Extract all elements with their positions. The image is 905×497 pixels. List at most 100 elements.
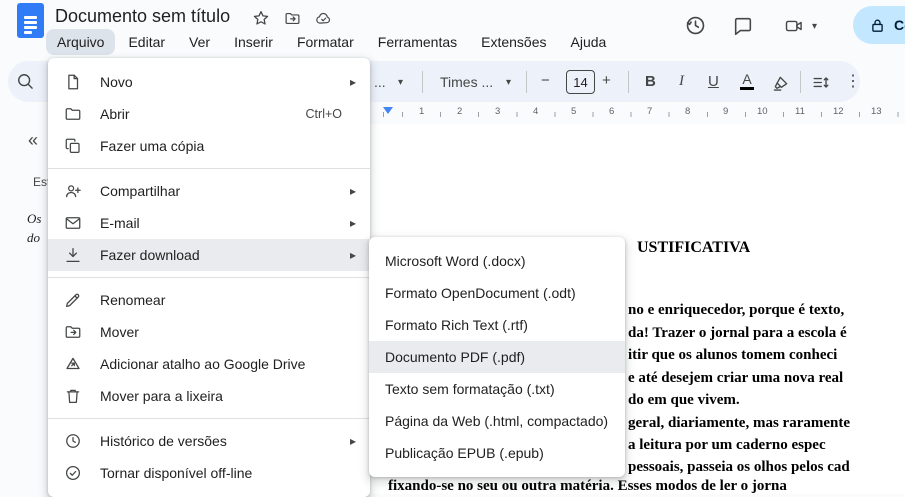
file-menu-item-email[interactable]: E-mail ▸ (48, 207, 370, 239)
font-size-input[interactable]: 14 (566, 70, 595, 94)
outline-entry[interactable]: do (27, 230, 40, 246)
menu-item-shortcut: Ctrl+O (305, 107, 342, 121)
download-icon (64, 246, 82, 264)
share-button[interactable]: Co (853, 6, 905, 44)
text-color-swatch (740, 87, 754, 90)
submenu-arrow-icon: ▸ (349, 75, 356, 89)
file-menu-item-historico-de-versoes[interactable]: Histórico de versões ▸ (48, 425, 370, 457)
menu-bar: Arquivo Editar Ver Inserir Formatar Ferr… (46, 29, 617, 55)
google-docs-app: { "topbar": { "doc_title": "Documento se… (0, 0, 905, 497)
comment-icon[interactable] (732, 15, 754, 37)
download-submenu: Microsoft Word (.docx) Formato OpenDocum… (369, 237, 625, 477)
submenu-item-epub[interactable]: Publicação EPUB (.epub) (369, 437, 625, 469)
menu-formatar[interactable]: Formatar (286, 29, 365, 55)
submenu-item-html[interactable]: Página da Web (.html, compactado) (369, 405, 625, 437)
submenu-arrow-icon: ▸ (349, 434, 356, 448)
submenu-item-odt[interactable]: Formato OpenDocument (.odt) (369, 277, 625, 309)
menu-divider (48, 168, 370, 169)
decrease-font-size-button[interactable]: − (541, 72, 550, 89)
submenu-item-pdf[interactable]: Documento PDF (.pdf) (369, 341, 625, 373)
ruler-number: 2 (455, 105, 465, 118)
menu-inserir[interactable]: Inserir (223, 29, 284, 55)
menu-item-label: Novo (100, 74, 133, 90)
line-spacing-icon[interactable] (811, 73, 830, 92)
document-text-line: da! Trazer o jornal para a escola é (628, 325, 847, 341)
version-history-icon[interactable] (684, 14, 707, 37)
outline-entry[interactable]: Os (27, 211, 41, 227)
ruler-number: 8 (683, 105, 693, 118)
file-menu-item-tornar-disponivel-offline[interactable]: Tornar disponível off-line (48, 457, 370, 489)
highlight-color-icon[interactable] (772, 73, 791, 92)
file-menu-item-fazer-download[interactable]: Fazer download ▸ (48, 239, 370, 271)
menu-item-label: Compartilhar (100, 183, 181, 199)
file-menu-item-compartilhar[interactable]: Compartilhar ▸ (48, 175, 370, 207)
ruler-number: 11 (793, 105, 807, 118)
collapse-outline-icon[interactable]: « (28, 130, 38, 151)
menu-editar[interactable]: Editar (117, 29, 176, 55)
file-menu-item-novo[interactable]: Novo ▸ (48, 66, 370, 98)
bold-button[interactable]: B (645, 73, 656, 90)
menu-extensoes[interactable]: Extensões (470, 29, 557, 55)
submenu-arrow-icon: ▸ (349, 216, 356, 230)
submenu-item-txt[interactable]: Texto sem formatação (.txt) (369, 373, 625, 405)
styles-caret-icon[interactable]: ▾ (398, 77, 403, 88)
copy-icon (64, 137, 82, 155)
file-menu-item-renomear[interactable]: Renomear (48, 284, 370, 316)
document-text-line: e até desejem criar uma nova real (628, 370, 844, 386)
increase-font-size-button[interactable]: + (602, 72, 611, 89)
ruler-number: 6 (607, 105, 617, 118)
rename-pencil-icon (64, 291, 82, 309)
font-family-caret-icon[interactable]: ▾ (506, 77, 511, 88)
toolbar-more-kebab-icon[interactable]: ⋮ (845, 71, 861, 91)
submenu-arrow-icon: ▸ (349, 184, 356, 198)
file-menu-item-mover-para-lixeira[interactable]: Mover para a lixeira (48, 380, 370, 412)
text-color-button[interactable]: A (740, 72, 754, 90)
menu-item-label: Mover (100, 324, 139, 340)
file-menu: Novo ▸ Abrir Ctrl+O Fazer uma cópia Comp… (48, 58, 370, 497)
font-family-dropdown[interactable]: Times ... (440, 74, 493, 90)
menu-divider (48, 277, 370, 278)
cloud-saved-icon[interactable] (314, 10, 333, 27)
file-menu-item-fazer-uma-copia[interactable]: Fazer uma cópia (48, 130, 370, 162)
drive-shortcut-icon (64, 355, 82, 373)
new-document-icon (64, 73, 82, 91)
share-person-add-icon (64, 182, 82, 200)
menu-ajuda[interactable]: Ajuda (560, 29, 618, 55)
menu-item-label: Mover para a lixeira (100, 388, 223, 404)
lock-icon (869, 17, 886, 34)
file-menu-item-mover[interactable]: Mover (48, 316, 370, 348)
menu-item-label: Renomear (100, 292, 166, 308)
search-menus-icon[interactable] (15, 71, 35, 91)
menu-ferramentas[interactable]: Ferramentas (367, 29, 468, 55)
submenu-item-rtf[interactable]: Formato Rich Text (.rtf) (369, 309, 625, 341)
toolbar-separator (628, 71, 629, 93)
document-text-line: geral, diariamente, mas raramente (628, 415, 851, 431)
menu-item-label: Abrir (100, 106, 130, 122)
document-title-input[interactable]: Documento sem título (55, 6, 230, 27)
star-icon[interactable] (252, 9, 270, 27)
menu-divider (48, 418, 370, 419)
menu-arquivo[interactable]: Arquivo (46, 29, 116, 55)
move-to-folder-icon[interactable] (283, 10, 302, 27)
italic-button[interactable]: I (679, 73, 684, 90)
text-color-label: A (742, 71, 752, 87)
google-docs-logo[interactable] (17, 3, 44, 38)
ruler-number: 10 (755, 105, 770, 118)
styles-dropdown-partial[interactable]: ... (374, 74, 386, 90)
menu-item-label: Adicionar atalho ao Google Drive (100, 356, 306, 372)
menu-item-label: Fazer uma cópia (100, 138, 205, 154)
document-text-line: no e enriquecedor, porque é texto, (628, 302, 845, 318)
document-title-fragment: USTIFICATIVA (637, 239, 751, 256)
offline-check-icon (64, 464, 82, 482)
file-menu-item-abrir[interactable]: Abrir Ctrl+O (48, 98, 370, 130)
menu-ver[interactable]: Ver (178, 29, 221, 55)
document-text-line: do em que vivem. (628, 392, 740, 408)
file-menu-item-adicionar-atalho-drive[interactable]: Adicionar atalho ao Google Drive (48, 348, 370, 380)
indent-marker[interactable] (383, 107, 393, 114)
meet-dropdown-caret-icon[interactable]: ▾ (812, 21, 817, 32)
underline-button[interactable]: U (708, 73, 719, 90)
ruler-number: 3 (493, 105, 503, 118)
meet-videocam-icon[interactable] (782, 16, 806, 36)
submenu-item-docx[interactable]: Microsoft Word (.docx) (369, 245, 625, 277)
ruler-number: 12 (831, 105, 846, 118)
